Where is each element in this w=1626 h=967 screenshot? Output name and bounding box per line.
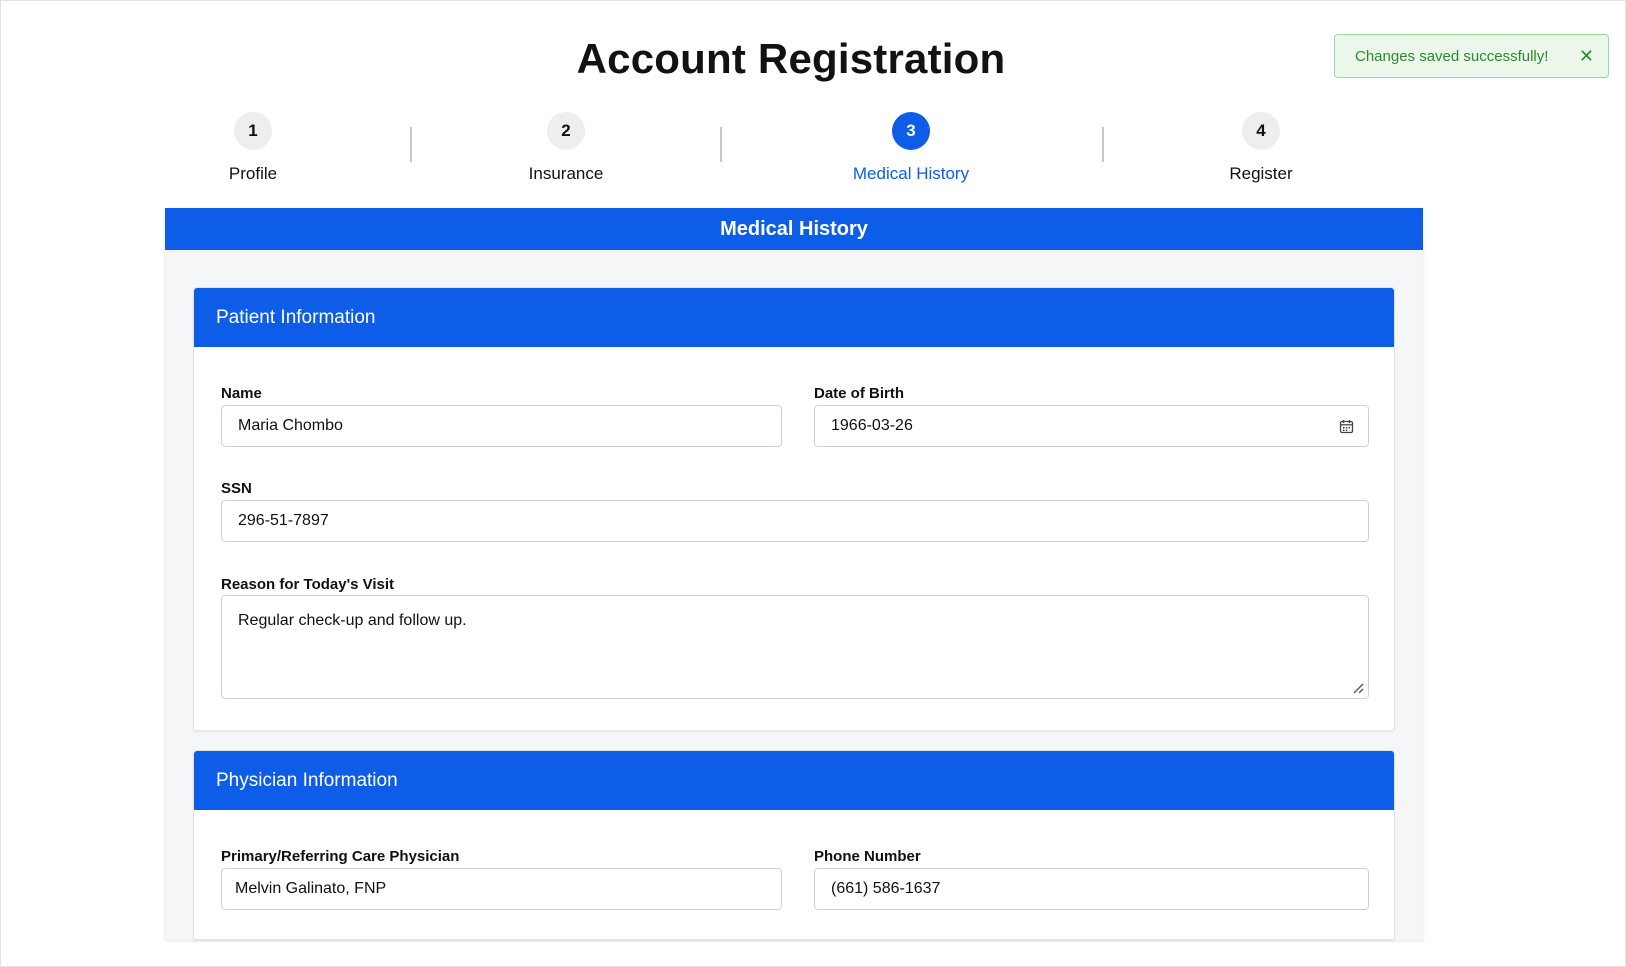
success-toast: Changes saved successfully! ✕ <box>1334 34 1609 78</box>
step-register[interactable]: 4 Register <box>1161 112 1361 184</box>
reason-textarea[interactable]: Regular check-up and follow up. <box>221 595 1369 699</box>
card-header: Patient Information <box>194 288 1394 347</box>
step-label: Profile <box>228 164 278 183</box>
physician-label: Primary/Referring Care Physician <box>221 848 460 865</box>
step-divider <box>1102 127 1104 162</box>
step-number: 1 <box>234 112 272 150</box>
step-label: Register <box>1229 164 1293 183</box>
ssn-label: SSN <box>221 480 252 497</box>
card-header: Physician Information <box>194 751 1394 810</box>
name-label: Name <box>221 385 262 402</box>
step-divider <box>720 127 722 162</box>
patient-information-card: Patient Information Name Maria Chombo Da… <box>193 287 1395 731</box>
step-number: 3 <box>892 112 930 150</box>
step-number: 2 <box>547 112 585 150</box>
reason-label: Reason for Today's Visit <box>221 576 395 593</box>
toast-message: Changes saved successfully! <box>1355 47 1549 65</box>
reason-value: Regular check-up and follow up. <box>238 612 467 629</box>
close-icon[interactable]: ✕ <box>1579 47 1594 65</box>
step-medical-history[interactable]: 3 Medical History <box>811 112 1011 184</box>
name-field[interactable]: Maria Chombo <box>221 405 782 447</box>
step-profile[interactable]: 1 Profile <box>153 112 353 184</box>
dob-label: Date of Birth <box>814 385 904 402</box>
phone-label: Phone Number <box>814 848 921 865</box>
step-number: 4 <box>1242 112 1280 150</box>
physician-field[interactable]: Melvin Galinato, FNP <box>221 868 782 910</box>
physician-information-card: Physician Information Primary/Referring … <box>193 750 1395 940</box>
phone-field[interactable]: (661) 586-1637 <box>814 868 1369 910</box>
calendar-icon[interactable] <box>1339 419 1354 434</box>
step-insurance[interactable]: 2 Insurance <box>466 112 666 184</box>
date-of-birth-field[interactable]: 1966-03-26 <box>814 405 1369 447</box>
section-header: Medical History <box>165 208 1423 250</box>
medical-history-panel: Medical History Patient Information Name… <box>165 208 1423 940</box>
resize-handle-icon[interactable] <box>1352 682 1364 694</box>
step-label: Medical History <box>852 164 970 183</box>
dob-value: 1966-03-26 <box>831 417 913 434</box>
step-label: Insurance <box>528 164 604 183</box>
step-divider <box>410 127 412 162</box>
app-frame: Account Registration Changes saved succe… <box>0 0 1626 967</box>
ssn-field[interactable]: 296-51-7897 <box>221 500 1369 542</box>
